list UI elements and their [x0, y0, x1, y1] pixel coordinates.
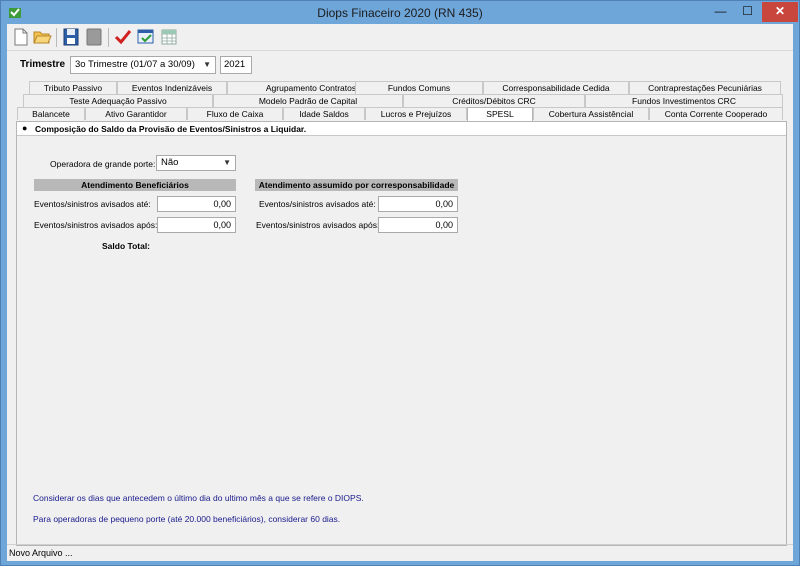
operadora-value: Não: [161, 157, 179, 168]
tab-fluxo-de-caixa[interactable]: Fluxo de Caixa: [187, 107, 283, 120]
tab-creditos-debitos-crc[interactable]: Créditos/Débitos CRC: [403, 94, 585, 107]
beneficiarios-apos-input[interactable]: 0,00: [157, 217, 236, 233]
tab-modelo-padrao-capital[interactable]: Modelo Padrão de Capital: [213, 94, 403, 107]
title-bar: Diops Finaceiro 2020 (RN 435) — ☐ ✕: [1, 1, 799, 24]
spesl-panel: ● Composição do Saldo da Provisão de Eve…: [16, 121, 787, 546]
save-icon[interactable]: [61, 27, 81, 47]
tab-corresponsabilidade-cedida[interactable]: Corresponsabilidade Cedida: [483, 81, 629, 94]
grid-icon[interactable]: [159, 27, 179, 47]
panel-header: ● Composição do Saldo da Provisão de Eve…: [17, 122, 786, 136]
client-area: Trimestre 3o Trimestre (01/07 a 30/09) ▼…: [7, 24, 793, 561]
tab-idade-saldos[interactable]: Idade Saldos: [283, 107, 365, 120]
disabled-icon[interactable]: [84, 27, 104, 47]
note-pequeno-porte: Para operadoras de pequeno porte (até 20…: [33, 514, 341, 524]
tab-cobertura-assistencial[interactable]: Cobertura Assistêncial: [533, 107, 649, 120]
toolbar: [7, 24, 793, 51]
validate-window-icon[interactable]: [136, 27, 156, 47]
check-icon[interactable]: [113, 27, 133, 47]
note-dias-antecedem: Considerar os dias que antecedem o últim…: [33, 493, 364, 503]
corresp-ate-label: Eventos/sinistros avisados até:: [259, 199, 376, 209]
tab-conta-corrente-cooperado[interactable]: Conta Corrente Cooperado: [649, 107, 783, 120]
tab-eventos-indenizaveis[interactable]: Eventos Indenizáveis: [117, 81, 227, 94]
chevron-down-icon: ▼: [223, 158, 231, 167]
status-text: Novo Arquivo ...: [9, 548, 73, 558]
toolbar-separator: [56, 28, 57, 47]
tab-contraprestacoes-pecuniarias[interactable]: Contraprestações Pecuniárias: [629, 81, 781, 94]
minimize-button[interactable]: —: [707, 2, 734, 22]
beneficiarios-apos-label: Eventos/sinistros avisados após:: [34, 220, 158, 230]
operadora-select[interactable]: Não ▼: [156, 155, 236, 171]
status-bar: Novo Arquivo ...: [7, 544, 793, 561]
panel-heading: Composição do Saldo da Provisão de Event…: [35, 124, 307, 134]
new-file-icon[interactable]: [11, 27, 31, 47]
window-title: Diops Finaceiro 2020 (RN 435): [317, 6, 483, 20]
trimestre-value: 3o Trimestre (01/07 a 30/09): [75, 59, 195, 70]
corresp-ate-input[interactable]: 0,00: [378, 196, 458, 212]
toolbar-separator: [108, 28, 109, 47]
maximize-button[interactable]: ☐: [734, 2, 761, 22]
year-input[interactable]: 2021: [220, 56, 252, 74]
beneficiarios-ate-label: Eventos/sinistros avisados até:: [34, 199, 151, 209]
corresp-apos-input[interactable]: 0,00: [378, 217, 458, 233]
tab-lucros-e-prejuizos[interactable]: Lucros e Prejuízos: [365, 107, 467, 120]
bullet-icon: ●: [22, 123, 28, 133]
operadora-label: Operadora de grande porte:: [50, 159, 156, 169]
beneficiarios-ate-input[interactable]: 0,00: [157, 196, 236, 212]
beneficiarios-heading: Atendimento Beneficiários: [34, 179, 236, 191]
corresp-apos-label: Eventos/sinistros avisados após:: [256, 220, 380, 230]
trimestre-label: Trimestre: [20, 59, 66, 70]
close-button[interactable]: ✕: [762, 2, 798, 22]
tab-ativo-garantidor[interactable]: Ativo Garantidor: [85, 107, 187, 120]
tab-teste-adequacao-passivo[interactable]: Teste Adequação Passivo: [23, 94, 213, 107]
corresp-heading: Atendimento assumido por corresponsabili…: [255, 179, 458, 191]
trimestre-select[interactable]: 3o Trimestre (01/07 a 30/09) ▼: [70, 56, 216, 74]
tab-fundos-comuns[interactable]: Fundos Comuns: [355, 81, 483, 94]
tab-balancete[interactable]: Balancete: [17, 107, 85, 120]
app-window: Diops Finaceiro 2020 (RN 435) — ☐ ✕ Trim…: [0, 0, 800, 566]
saldo-total-label: Saldo Total:: [102, 241, 151, 251]
tab-tributo-passivo[interactable]: Tributo Passivo: [29, 81, 117, 94]
tab-spesl[interactable]: SPESL: [467, 107, 533, 121]
open-folder-icon[interactable]: [32, 27, 52, 47]
tab-fundos-investimentos-crc[interactable]: Fundos Investimentos CRC: [585, 94, 783, 107]
chevron-down-icon: ▼: [203, 60, 211, 69]
